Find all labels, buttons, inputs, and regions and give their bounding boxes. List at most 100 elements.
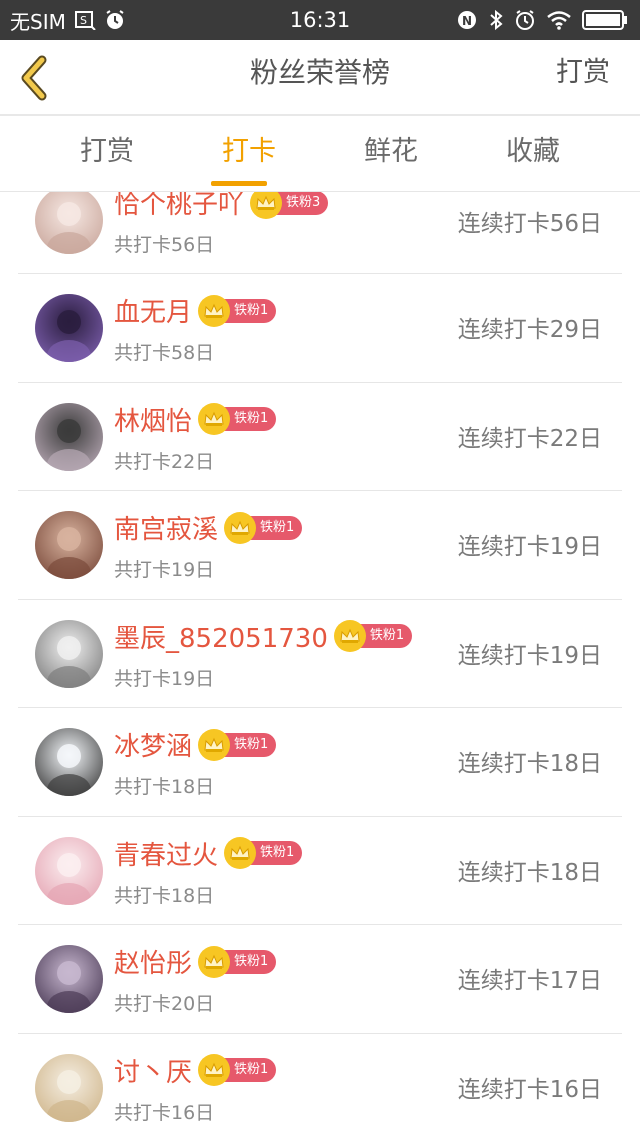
fan-level-badge: 铁粉1 [224,511,303,544]
fan-row[interactable]: 讨丶厌 铁粉1 共打卡16日 连续打卡16日 [18,1034,622,1138]
fan-row[interactable]: 林烟怡 铁粉1 共打卡22日 连续打卡22日 [18,383,622,491]
streak-checkins: 连续打卡56日 [457,211,602,237]
fan-ranking-list[interactable]: 恰个桃子吖 铁粉3 共打卡56日 连续打卡56日 血无月 铁粉1 共打卡58日 … [18,192,622,1138]
nfc-icon: N [456,9,478,31]
name-line: 南宫寂溪 铁粉1 [114,509,303,546]
crown-icon [198,945,231,978]
badge-label: 铁粉1 [357,624,413,648]
badge-label: 铁粉1 [222,407,277,431]
battery-icon [582,9,628,31]
fan-name[interactable]: 青春过火 [114,835,218,872]
svg-text:N: N [462,14,472,28]
fan-level-badge: 铁粉3 [250,192,329,219]
fan-level-badge: 铁粉1 [333,620,413,652]
total-checkins: 共打卡16日 [114,1101,215,1124]
fan-name[interactable]: 林烟怡 [114,401,192,438]
crown-icon [224,837,257,869]
streak-checkins: 连续打卡29日 [457,317,602,343]
avatar[interactable] [35,619,103,688]
badge-label: 铁粉1 [222,732,277,757]
avatar[interactable] [35,728,103,796]
badge-label: 铁粉1 [222,1058,277,1082]
avatar[interactable] [35,511,103,579]
streak-checkins: 连续打卡17日 [457,968,602,994]
fan-level-badge: 铁粉1 [198,945,277,978]
bluetooth-icon [488,9,504,31]
streak-checkins: 连续打卡16日 [457,1076,602,1103]
fan-row[interactable]: 赵怡彤 铁粉1 共打卡20日 连续打卡17日 [18,925,622,1034]
tab-label: 打赏 [80,136,134,167]
name-line: 冰梦涵 铁粉1 [114,726,277,763]
badge-label: 铁粉3 [274,192,329,215]
name-line: 恰个桃子吖 铁粉3 [114,192,329,221]
name-line: 血无月 铁粉1 [114,292,277,329]
badge-label: 铁粉1 [248,841,303,865]
avatar[interactable] [35,294,103,362]
fan-level-badge: 铁粉1 [198,403,277,435]
tab-label: 打卡 [222,136,276,167]
crown-icon [250,192,283,219]
fan-level-badge: 铁粉1 [198,1054,277,1086]
total-checkins: 共打卡58日 [114,342,215,364]
total-checkins: 共打卡22日 [114,450,215,473]
crown-icon [198,403,231,435]
tab-checkin[interactable]: 打卡 [189,116,309,192]
fan-name[interactable]: 赵怡彤 [114,943,192,980]
fan-level-badge: 铁粉1 [198,294,277,327]
fan-row[interactable]: 恰个桃子吖 铁粉3 共打卡56日 连续打卡56日 [18,192,622,274]
wifi-icon [546,10,572,30]
avatar[interactable] [35,836,103,905]
crown-icon [198,728,231,761]
streak-checkins: 连续打卡19日 [457,642,602,669]
tab-reward[interactable]: 打赏 [47,116,167,192]
crown-icon [198,1054,231,1086]
streak-checkins: 连续打卡22日 [457,425,602,452]
name-line: 赵怡彤 铁粉1 [114,943,277,980]
fan-row[interactable]: 血无月 铁粉1 共打卡58日 连续打卡29日 [18,274,622,383]
fan-row[interactable]: 冰梦涵 铁粉1 共打卡18日 连续打卡18日 [18,708,622,817]
status-bar: 无SIM S 16:31 N [0,0,640,40]
alarm-icon [514,9,536,31]
fan-row[interactable]: 青春过火 铁粉1 共打卡18日 连续打卡18日 [18,817,622,925]
name-line: 青春过火 铁粉1 [114,835,303,872]
name-line: 林烟怡 铁粉1 [114,401,277,438]
tab-bar: 打赏 打卡 鲜花 收藏 [0,116,640,192]
avatar[interactable] [35,945,103,1013]
fan-name[interactable]: 冰梦涵 [114,726,192,763]
crown-icon [224,511,257,544]
page-title: 粉丝荣誉榜 [249,56,390,89]
crown-icon [333,620,366,652]
nav-header: 粉丝荣誉榜 打赏 [0,40,640,116]
fan-name[interactable]: 血无月 [114,292,192,329]
total-checkins: 共打卡19日 [114,667,215,690]
total-checkins: 共打卡56日 [114,234,215,256]
fan-name[interactable]: 南宫寂溪 [114,509,218,546]
total-checkins: 共打卡19日 [114,559,215,581]
total-checkins: 共打卡18日 [114,884,215,907]
badge-label: 铁粉1 [248,515,303,540]
streak-checkins: 连续打卡18日 [457,859,602,886]
active-tab-indicator [211,181,267,186]
fan-name[interactable]: 恰个桃子吖 [114,192,244,221]
total-checkins: 共打卡20日 [114,993,215,1015]
name-line: 讨丶厌 铁粉1 [114,1052,277,1089]
name-line: 墨辰_852051730 铁粉1 [114,618,413,655]
fan-level-badge: 铁粉1 [198,728,277,761]
tab-flowers[interactable]: 鲜花 [331,116,451,192]
streak-checkins: 连续打卡18日 [457,751,602,777]
fan-row[interactable]: 南宫寂溪 铁粉1 共打卡19日 连续打卡19日 [18,491,622,600]
avatar[interactable] [35,1053,103,1122]
avatar[interactable] [35,192,103,254]
badge-label: 铁粉1 [222,949,277,974]
tab-label: 鲜花 [364,136,418,167]
crown-icon [198,294,231,327]
avatar[interactable] [35,402,103,471]
reward-button[interactable]: 打赏 [556,40,610,116]
tab-label: 收藏 [506,136,560,167]
fan-name[interactable]: 讨丶厌 [114,1052,192,1089]
fan-name[interactable]: 墨辰_852051730 [114,618,328,655]
tab-favorites[interactable]: 收藏 [473,116,593,192]
badge-label: 铁粉1 [222,298,277,323]
status-right: N [456,0,628,40]
fan-row[interactable]: 墨辰_852051730 铁粉1 共打卡19日 连续打卡19日 [18,600,622,708]
